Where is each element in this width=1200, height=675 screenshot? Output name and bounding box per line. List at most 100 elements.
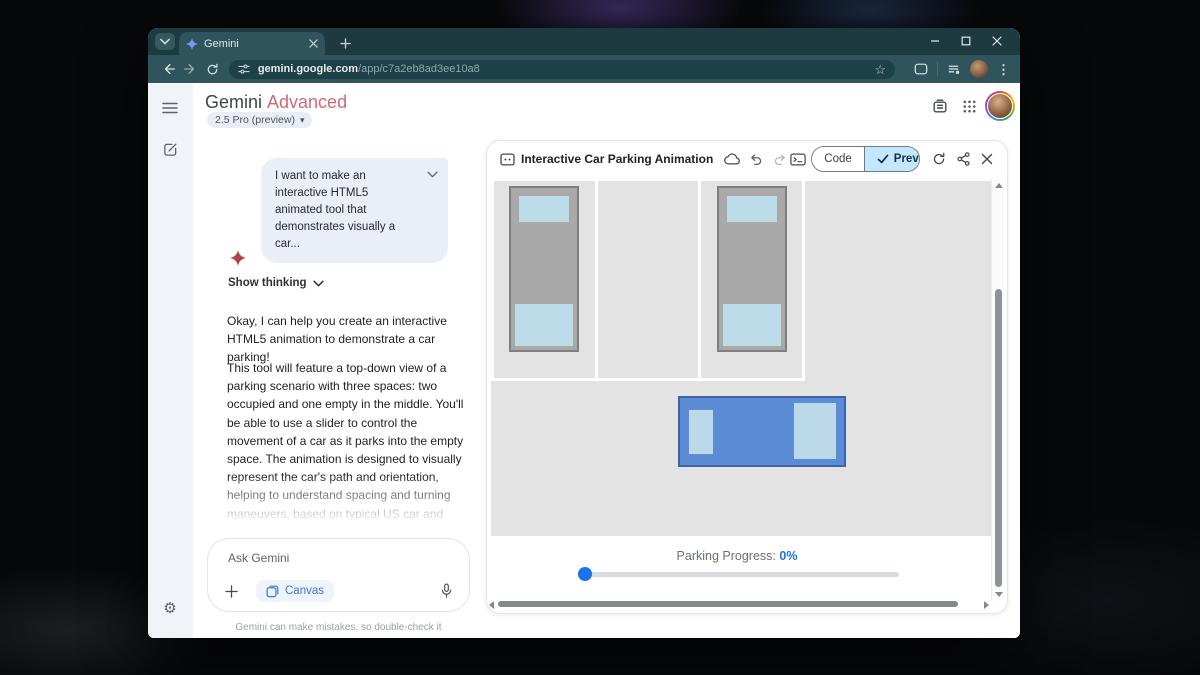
refresh-preview-button[interactable]	[930, 150, 948, 168]
side-rail: ⚙	[148, 83, 193, 638]
url-text: gemini.google.com/app/c7a2eb8ad3ee10a8	[258, 63, 480, 75]
parking-progress-text: Parking Progress: 0%	[487, 549, 987, 563]
canvas-chip-label: Canvas	[285, 585, 324, 597]
microphone-icon	[440, 583, 453, 599]
new-chat-button[interactable]	[161, 140, 179, 158]
window-minimize-button[interactable]	[919, 30, 950, 52]
parked-car-right	[717, 186, 787, 352]
car-windshield	[519, 196, 569, 222]
horizontal-scroll-thumb[interactable]	[498, 601, 958, 607]
close-panel-button[interactable]	[978, 150, 996, 168]
window-controls	[919, 30, 1012, 52]
window-close-button[interactable]	[981, 30, 1012, 52]
media-controls-icon[interactable]	[947, 63, 961, 76]
disclaimer-text: Gemini can make mistakes, so double-chec…	[197, 622, 480, 633]
gemini-page: ⚙ GeminiAdvanced 2.5 Pro (preview) ▾	[148, 83, 1020, 638]
chat-history-button[interactable]	[931, 97, 949, 115]
side-panel-icon[interactable]	[914, 62, 928, 76]
preview-horizontal-scrollbar[interactable]	[489, 600, 989, 608]
canvas-icon	[266, 585, 279, 598]
parking-space-middle-empty	[598, 181, 699, 378]
forward-button[interactable]	[180, 58, 202, 80]
bookmark-star-icon[interactable]: ☆	[874, 63, 886, 76]
settings-button[interactable]: ⚙	[161, 599, 179, 617]
refresh-icon	[932, 152, 946, 166]
redo-icon	[773, 153, 787, 166]
scroll-left-arrow-icon[interactable]	[489, 601, 494, 609]
user-message-bubble: I want to make an interactive HTML5 anim…	[261, 158, 448, 263]
redo-button[interactable]	[771, 150, 789, 168]
code-preview-toggle: Code Preview	[811, 146, 920, 172]
prompt-input[interactable]: Ask Gemini Canvas	[207, 538, 470, 612]
parking-lot	[491, 181, 805, 381]
code-tab[interactable]: Code	[812, 147, 865, 171]
attach-button[interactable]	[222, 582, 240, 600]
tab-strip: Gemini	[148, 28, 1020, 55]
new-tab-button[interactable]	[336, 34, 354, 52]
expand-message-icon[interactable]	[427, 171, 438, 178]
mic-button[interactable]	[437, 582, 455, 600]
preview-tab[interactable]: Preview	[865, 147, 920, 171]
vertical-scroll-thumb[interactable]	[995, 289, 1002, 587]
parking-progress-value: 0%	[779, 549, 797, 563]
brand-advanced: Advanced	[267, 92, 347, 112]
url-bar[interactable]: gemini.google.com/app/c7a2eb8ad3ee10a8 ☆	[229, 60, 895, 79]
forward-arrow-icon	[183, 62, 197, 76]
site-settings-tune-icon[interactable]	[238, 63, 250, 75]
preview-vertical-scrollbar[interactable]	[991, 179, 1004, 601]
undo-button[interactable]	[747, 150, 765, 168]
prompt-placeholder: Ask Gemini	[228, 551, 289, 565]
scroll-right-arrow-icon[interactable]	[984, 601, 989, 609]
plus-icon	[340, 38, 351, 49]
toolbar-divider	[937, 62, 938, 76]
tab-gemini[interactable]: Gemini	[179, 32, 325, 55]
user-message-text: I want to make an interactive HTML5 anim…	[275, 170, 395, 250]
scroll-down-arrow-icon[interactable]	[995, 592, 1003, 597]
car-windshield	[794, 403, 836, 459]
toolbar-right: ⋮	[905, 60, 1010, 78]
share-button[interactable]	[954, 150, 972, 168]
back-button[interactable]	[158, 58, 180, 80]
parking-space-left	[494, 181, 595, 378]
canvas-panel-header: Interactive Car Parking Animation	[487, 141, 1007, 177]
car-windshield	[727, 196, 777, 222]
url-path: /app/c7a2eb8ad3ee10a8	[358, 63, 480, 75]
cloud-icon	[724, 153, 740, 165]
show-thinking-toggle[interactable]: Show thinking	[228, 277, 324, 289]
slider-thumb[interactable]	[578, 567, 592, 581]
console-button[interactable]	[789, 150, 807, 168]
parking-progress-slider[interactable]	[584, 572, 899, 577]
browser-profile-avatar[interactable]	[970, 60, 988, 78]
canvas-chip[interactable]: Canvas	[256, 580, 334, 602]
browser-menu-icon[interactable]: ⋮	[997, 63, 1010, 76]
canvas-title: Interactive Car Parking Animation	[521, 152, 713, 166]
moving-blue-car	[678, 396, 846, 467]
close-icon	[981, 153, 993, 165]
reload-icon	[206, 63, 219, 76]
account-avatar[interactable]	[985, 91, 1015, 121]
car-rear-window	[689, 410, 713, 454]
history-archive-icon	[932, 98, 948, 114]
chevron-down-icon	[313, 280, 324, 287]
back-arrow-icon	[162, 62, 176, 76]
main-menu-button[interactable]	[161, 99, 179, 117]
parking-space-right	[701, 181, 802, 378]
tab-close-icon[interactable]	[309, 39, 318, 48]
window-maximize-button[interactable]	[950, 30, 981, 52]
scroll-up-arrow-icon[interactable]	[995, 183, 1003, 188]
gemini-thinking-sparkle-icon	[230, 250, 246, 266]
console-icon	[790, 153, 806, 166]
gemini-sparkle-favicon	[186, 38, 198, 50]
preview-iframe: Parking Progress: 0%	[487, 177, 1007, 613]
model-selector[interactable]: 2.5 Pro (preview) ▾	[207, 112, 312, 128]
preview-tab-label: Preview	[894, 153, 920, 165]
google-apps-button[interactable]	[960, 97, 978, 115]
caret-down-icon: ▾	[300, 116, 305, 125]
reload-button[interactable]	[201, 58, 223, 80]
parking-progress-label: Parking Progress:	[677, 549, 776, 563]
tab-search-button[interactable]	[155, 33, 175, 50]
apps-grid-icon	[962, 99, 977, 114]
browser-toolbar: gemini.google.com/app/c7a2eb8ad3ee10a8 ☆…	[148, 55, 1020, 83]
cloud-saved-button[interactable]	[723, 150, 741, 168]
chat-fade-overlay	[193, 475, 483, 538]
